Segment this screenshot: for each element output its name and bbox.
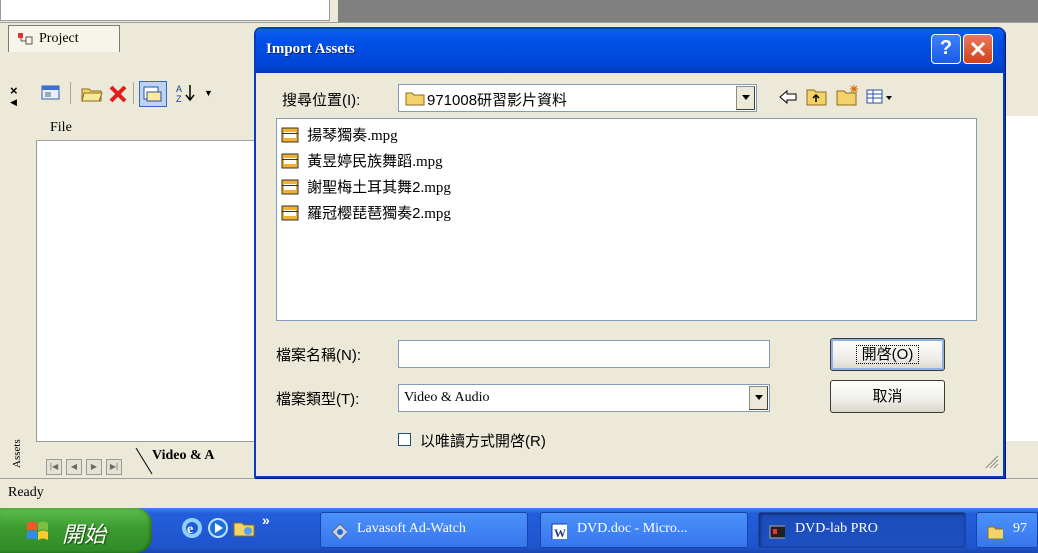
word-doc-icon: W <box>551 523 567 539</box>
list-item[interactable]: 謝聖梅土耳其舞2.mpg <box>281 176 451 200</box>
left-strip <box>0 66 34 478</box>
filetype-select[interactable]: Video & Audio <box>398 384 770 412</box>
taskbar-item-label: Lavasoft Ad-Watch <box>357 521 466 536</box>
video-file-icon <box>281 153 299 168</box>
file-name: 揚琴獨奏.mpg <box>307 127 398 144</box>
next-tab-button[interactable]: ▶ <box>86 459 102 475</box>
taskbar-item-label: DVD.doc - Micro... <box>577 521 688 536</box>
background-top-box <box>0 0 330 21</box>
file-column-label: File <box>50 120 72 135</box>
project-tab[interactable]: Project <box>8 25 120 52</box>
dialog-title: Import Assets <box>266 41 355 57</box>
video-file-icon <box>281 179 299 194</box>
assets-side-label: Assets <box>11 439 23 468</box>
close-icon <box>970 41 986 57</box>
close-button[interactable] <box>963 34 993 64</box>
import-icon <box>143 86 162 102</box>
folder-icon <box>987 526 1003 539</box>
file-column-header[interactable]: File <box>36 116 276 141</box>
cancel-button-label: 取消 <box>872 388 903 405</box>
file-name: 謝聖梅土耳其舞2.mpg <box>307 179 451 196</box>
internet-explorer-icon[interactable]: e <box>180 516 204 540</box>
folder-icon <box>405 92 425 106</box>
last-tab-button[interactable]: ▶| <box>106 459 122 475</box>
start-label: 開始 <box>62 522 107 547</box>
start-button[interactable]: 開始 <box>0 508 152 553</box>
bottom-tab-bar: |◀ ◀ ▶ ▶| Video & A <box>36 441 276 478</box>
background-dark-area <box>338 0 1038 22</box>
status-text: Ready <box>8 485 44 500</box>
readonly-checkbox[interactable] <box>398 433 411 446</box>
status-bar: Ready <box>0 478 1038 509</box>
toolbar-separator <box>70 82 71 104</box>
video-file-icon <box>281 127 299 142</box>
svg-text:Z: Z <box>176 94 182 103</box>
prev-tab-button[interactable]: ◀ <box>66 459 82 475</box>
assets-side-tab[interactable]: Assets <box>8 420 28 470</box>
lavasoft-icon <box>331 523 347 539</box>
file-name: 黃昱婷民族舞蹈.mpg <box>307 153 443 170</box>
filename-input[interactable] <box>398 340 770 368</box>
file-list[interactable]: 揚琴獨奏.mpg 黃昱婷民族舞蹈.mpg 謝聖梅土耳其舞2.mpg 羅冠樱琵琶獨… <box>276 118 977 321</box>
file-name: 羅冠樱琵琶獨奏2.mpg <box>307 205 451 222</box>
toolbar-separator <box>133 82 134 104</box>
view-menu-icon[interactable] <box>866 88 896 106</box>
taskbar-item-label: DVD-lab PRO <box>795 521 878 536</box>
open-button[interactable]: 開啓(O) <box>830 338 945 371</box>
right-pane <box>1004 116 1038 441</box>
taskbar-item-word[interactable]: W DVD.doc - Micro... <box>540 512 748 548</box>
dvdlab-icon <box>769 525 785 539</box>
delete-x-icon[interactable] <box>108 84 128 104</box>
taskbar-item-label: 97 <box>1013 521 1027 536</box>
video-file-icon <box>281 205 299 220</box>
help-button[interactable]: ? <box>931 34 961 64</box>
list-item[interactable]: 黃昱婷民族舞蹈.mpg <box>281 150 443 174</box>
import-toggle-button[interactable] <box>139 81 167 107</box>
up-folder-icon[interactable] <box>806 86 828 106</box>
taskbar-item-folder[interactable]: 97 <box>976 512 1038 548</box>
explorer-folder-icon[interactable] <box>232 516 256 540</box>
open-button-label: 開啓(O) <box>855 345 920 364</box>
list-item[interactable]: 羅冠樱琵琶獨奏2.mpg <box>281 202 451 226</box>
look-in-label: 搜尋位置(I): <box>282 92 361 109</box>
taskbar-item-dvdlab[interactable]: DVD-lab PRO <box>758 512 966 548</box>
tab-slant <box>135 447 153 475</box>
project-icon <box>18 33 33 45</box>
right-bottom-area <box>1004 441 1038 477</box>
first-tab-button[interactable]: |◀ <box>46 459 62 475</box>
filetype-label: 檔案類型(T): <box>276 391 360 408</box>
arrow-left-icon[interactable]: ◀ <box>10 97 17 108</box>
sort-icon[interactable]: A Z <box>176 83 198 103</box>
svg-text:W: W <box>554 526 566 539</box>
question-icon: ? <box>939 37 953 59</box>
look-in-value: 971008研習影片資料 <box>427 92 568 109</box>
quicklaunch-overflow[interactable]: » <box>262 512 270 528</box>
panel-icon[interactable] <box>40 84 62 102</box>
dialog-titlebar[interactable] <box>256 29 1003 73</box>
cancel-button[interactable]: 取消 <box>830 380 945 413</box>
readonly-checkbox-label[interactable]: 以唯讀方式開啓(R) <box>420 430 546 451</box>
open-folder-icon[interactable] <box>80 83 104 103</box>
filename-label: 檔案名稱(N): <box>276 347 361 364</box>
svg-text:A: A <box>176 84 182 94</box>
tab-video-audio[interactable]: Video & A <box>152 448 214 464</box>
resize-grip-icon[interactable] <box>980 450 1000 470</box>
filetype-value: Video & Audio <box>404 390 490 405</box>
new-folder-icon[interactable] <box>836 84 860 106</box>
project-tab-label: Project <box>39 31 79 46</box>
look-in-dropdown-arrow[interactable] <box>736 86 755 110</box>
file-list-pane[interactable] <box>36 116 278 443</box>
toolbar-dropdown-icon[interactable]: ▼ <box>204 88 213 98</box>
svg-text:e: e <box>187 522 193 537</box>
filetype-dropdown-arrow[interactable] <box>749 386 768 410</box>
look-in-combo[interactable]: 971008研習影片資料 <box>398 84 757 112</box>
windows-logo-icon <box>27 521 48 540</box>
back-arrow-icon[interactable] <box>778 88 798 106</box>
media-player-icon[interactable] <box>206 516 230 540</box>
taskbar-item-lavasoft[interactable]: Lavasoft Ad-Watch <box>320 512 528 548</box>
list-item[interactable]: 揚琴獨奏.mpg <box>281 124 398 148</box>
close-x-icon[interactable]: × <box>10 83 18 98</box>
